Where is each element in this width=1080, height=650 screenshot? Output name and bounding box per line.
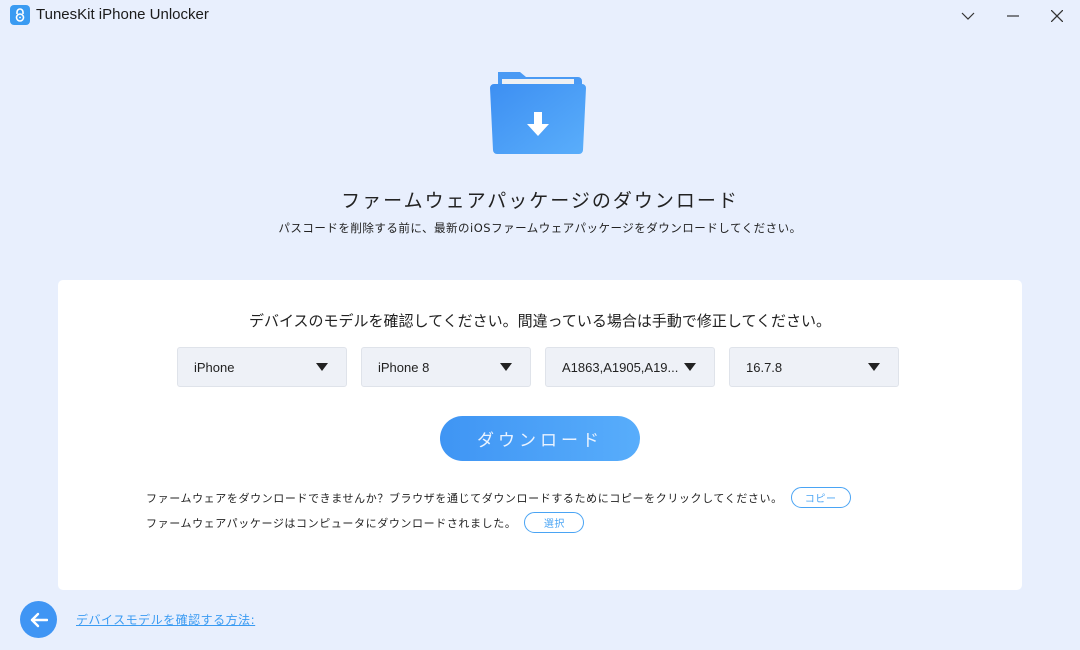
caret-down-icon [316,363,328,371]
device-type-select[interactable]: iPhone [177,347,347,387]
select-note-text: ファームウェアパッケージはコンピュータにダウンロードされました。 [146,516,517,530]
back-button[interactable] [20,601,57,638]
title-bar: TunesKit iPhone Unlocker [0,0,1080,32]
arrow-left-icon [30,612,48,627]
page-subtitle: パスコードを削除する前に、最新のiOSファームウェアパッケージをダウンロードして… [278,221,802,235]
minimize-button[interactable] [990,0,1036,32]
device-type-value: iPhone [194,359,235,375]
page-title: ファームウェアパッケージのダウンロード [341,190,739,212]
model-number-value: A1863,A1905,A19... [562,359,679,375]
model-number-select[interactable]: A1863,A1905,A19... [545,347,715,387]
menu-dropdown-button[interactable] [945,0,991,32]
copy-note: ファームウェアをダウンロードできませんか？ブラウザを通じてダウンロードするために… [146,487,851,508]
ios-version-value: 16.7.8 [746,359,783,375]
chevron-down-icon [961,12,975,20]
how-to-check-model-link[interactable]: デバイスモデルを確認する方法: [76,611,255,628]
model-instruction: デバイスのモデルを確認してください。間違っている場合は手動で修正してください。 [248,312,831,330]
copy-button[interactable]: コピー [790,487,851,508]
caret-down-icon [684,363,696,371]
minimize-icon [1007,15,1019,17]
close-button[interactable] [1034,0,1080,32]
ios-version-select[interactable]: 16.7.8 [729,347,899,387]
app-logo-lock-icon [10,5,30,25]
device-model-card: デバイスのモデルを確認してください。間違っている場合は手動で修正してください。 … [58,280,1022,590]
caret-down-icon [868,363,880,371]
copy-note-text: ファームウェアをダウンロードできませんか？ブラウザを通じてダウンロードするために… [146,491,783,505]
select-file-button[interactable]: 選択 [524,512,585,533]
select-note: ファームウェアパッケージはコンピュータにダウンロードされました。 選択 [146,512,585,533]
download-button[interactable]: ダウンロード [440,416,640,461]
close-icon [1051,10,1063,22]
caret-down-icon [500,363,512,371]
device-model-value: iPhone 8 [378,359,430,375]
app-title: TunesKit iPhone Unlocker [36,6,209,23]
folder-download-icon [488,68,592,158]
device-model-select[interactable]: iPhone 8 [361,347,531,387]
